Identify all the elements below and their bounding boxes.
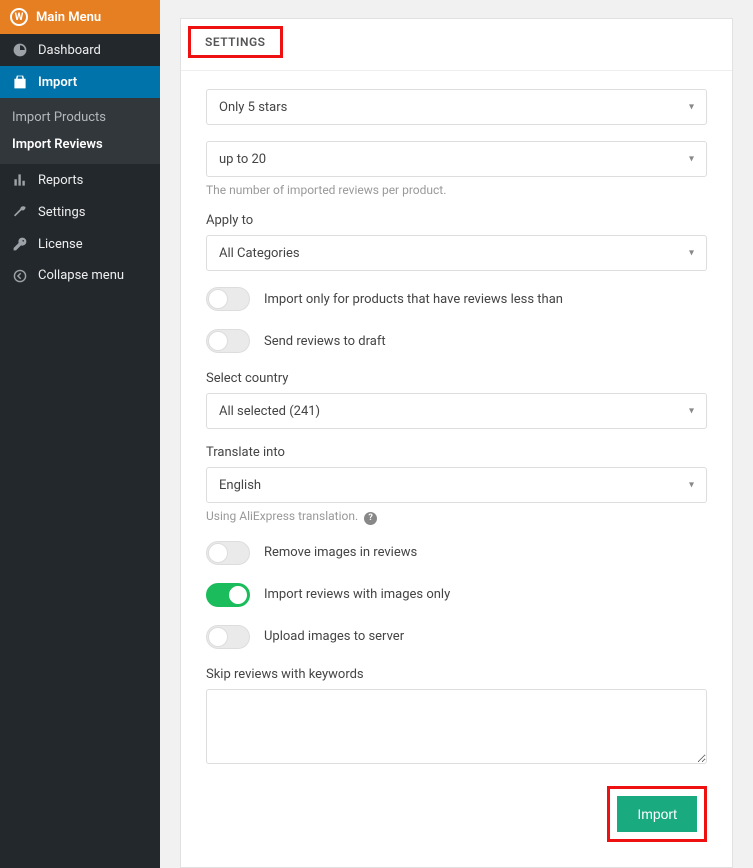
chart-icon: [10, 172, 30, 188]
toggle-images-only-label: Import reviews with images only: [264, 587, 450, 602]
import-button[interactable]: Import: [617, 796, 697, 832]
panel-header: SETTINGS: [181, 19, 732, 71]
toggle-upload-server[interactable]: [206, 625, 250, 649]
stars-value: Only 5 stars: [219, 100, 287, 115]
chevron-down-icon: ▾: [689, 154, 694, 165]
country-value: All selected (241): [219, 404, 320, 419]
submenu-import-products[interactable]: Import Products: [0, 104, 160, 131]
main-menu-label: Main Menu: [36, 10, 101, 25]
toggle-draft[interactable]: [206, 329, 250, 353]
bag-icon: [10, 74, 30, 90]
country-label: Select country: [206, 371, 707, 386]
wordpress-icon: W: [10, 8, 28, 26]
sidebar-item-collapse[interactable]: Collapse menu: [0, 260, 160, 291]
help-icon[interactable]: ?: [364, 512, 377, 525]
import-highlight: Import: [607, 786, 707, 842]
skip-keywords-textarea[interactable]: [206, 689, 707, 764]
country-select[interactable]: All selected (241) ▾: [206, 393, 707, 429]
toggle-remove-images-label: Remove images in reviews: [264, 545, 417, 560]
settings-panel: SETTINGS Only 5 stars ▾ up to 20 ▾ The n…: [180, 18, 733, 868]
sidebar-item-label: License: [38, 237, 83, 252]
translate-help: Using AliExpress translation. ?: [206, 509, 707, 525]
chevron-down-icon: ▾: [689, 102, 694, 113]
toggle-images-only[interactable]: [206, 583, 250, 607]
sidebar-item-label: Reports: [38, 173, 83, 188]
main-menu-bar[interactable]: W Main Menu: [0, 0, 160, 34]
sidebar-item-dashboard[interactable]: Dashboard: [0, 34, 160, 66]
key-icon: [10, 236, 30, 252]
sidebar-item-label: Import: [38, 75, 77, 90]
stars-select[interactable]: Only 5 stars ▾: [206, 89, 707, 125]
sidebar-item-label: Collapse menu: [38, 268, 124, 283]
sidebar-item-label: Dashboard: [38, 43, 101, 58]
skip-label: Skip reviews with keywords: [206, 667, 707, 682]
wrench-icon: [10, 204, 30, 220]
sidebar-item-license[interactable]: License: [0, 228, 160, 260]
count-select[interactable]: up to 20 ▾: [206, 141, 707, 177]
import-submenu: Import Products Import Reviews: [0, 98, 160, 164]
toggle-less-than-label: Import only for products that have revie…: [264, 292, 563, 307]
sidebar-item-label: Settings: [38, 205, 85, 220]
collapse-icon: [10, 269, 30, 283]
apply-to-label: Apply to: [206, 213, 707, 228]
toggle-remove-images[interactable]: [206, 541, 250, 565]
chevron-down-icon: ▾: [689, 406, 694, 417]
apply-to-value: All Categories: [219, 246, 300, 261]
apply-to-select[interactable]: All Categories ▾: [206, 235, 707, 271]
chevron-down-icon: ▾: [689, 248, 694, 259]
submenu-import-reviews[interactable]: Import Reviews: [0, 131, 160, 158]
translate-value: English: [219, 478, 261, 493]
count-value: up to 20: [219, 152, 266, 167]
count-help: The number of imported reviews per produ…: [206, 183, 707, 197]
sidebar-item-settings[interactable]: Settings: [0, 196, 160, 228]
translate-label: Translate into: [206, 445, 707, 460]
chevron-down-icon: ▾: [689, 480, 694, 491]
toggle-upload-server-label: Upload images to server: [264, 629, 404, 644]
sidebar-item-reports[interactable]: Reports: [0, 164, 160, 196]
toggle-draft-label: Send reviews to draft: [264, 334, 386, 349]
content-area: SETTINGS Only 5 stars ▾ up to 20 ▾ The n…: [160, 0, 753, 868]
admin-sidebar: W Main Menu Dashboard Import Import Prod…: [0, 0, 160, 868]
sidebar-item-import[interactable]: Import: [0, 66, 160, 98]
toggle-less-than[interactable]: [206, 287, 250, 311]
panel-title: SETTINGS: [188, 26, 283, 58]
dashboard-icon: [10, 42, 30, 58]
translate-select[interactable]: English ▾: [206, 467, 707, 503]
